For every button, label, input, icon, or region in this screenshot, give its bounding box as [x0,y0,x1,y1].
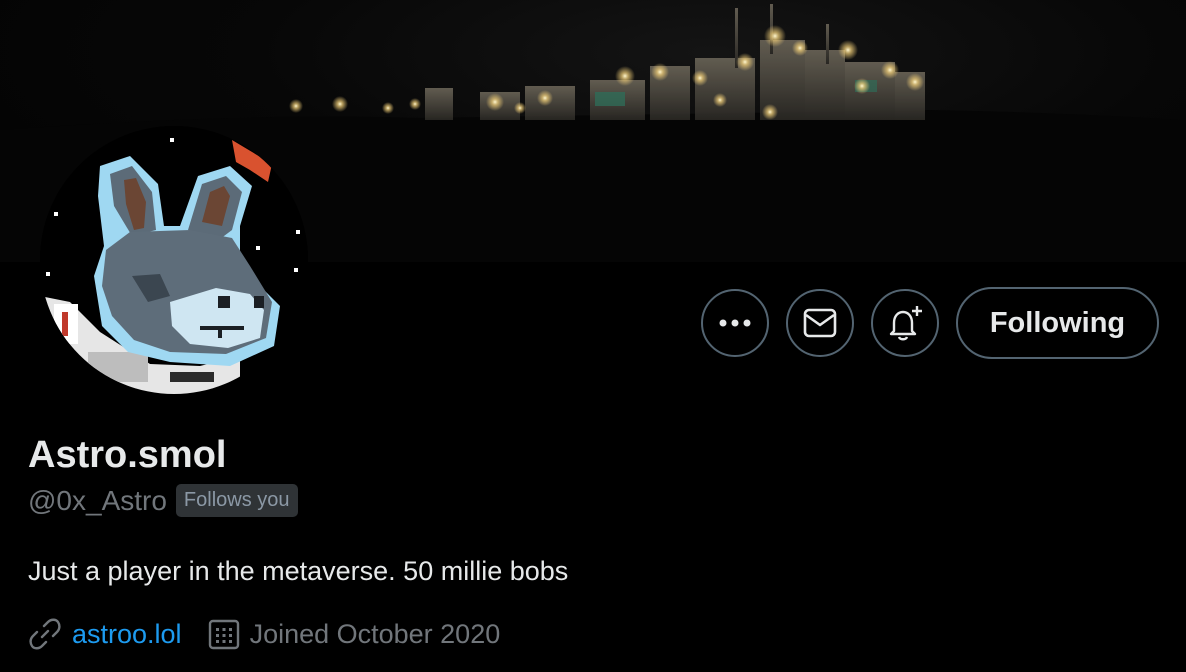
more-dots-icon [719,319,751,327]
avatar-image [40,126,308,394]
bell-plus-icon [889,306,922,341]
following-button[interactable]: Following [956,287,1159,359]
follows-you-badge: Follows you [175,484,298,517]
profile-avatar[interactable] [40,126,308,394]
more-options-button[interactable] [701,289,769,357]
link-icon [28,617,62,651]
handle-row: @0x_Astro Follows you [28,484,298,517]
notifications-button[interactable] [871,289,939,357]
message-button[interactable] [786,289,854,357]
website-link[interactable]: astroo.lol [72,619,182,650]
profile-bio: Just a player in the metaverse. 50 milli… [28,556,569,586]
user-handle: @0x_Astro [28,484,167,516]
joined-item: Joined October 2020 [208,618,501,650]
website-item: astroo.lol [28,617,182,651]
profile-actions: Following [701,287,1159,359]
envelope-icon [803,308,837,338]
calendar-icon [208,618,240,650]
profile-meta: astroo.lol Joined October 2020 [28,617,500,651]
joined-date: Joined October 2020 [249,618,501,649]
display-name: Astro.smol [28,434,227,476]
